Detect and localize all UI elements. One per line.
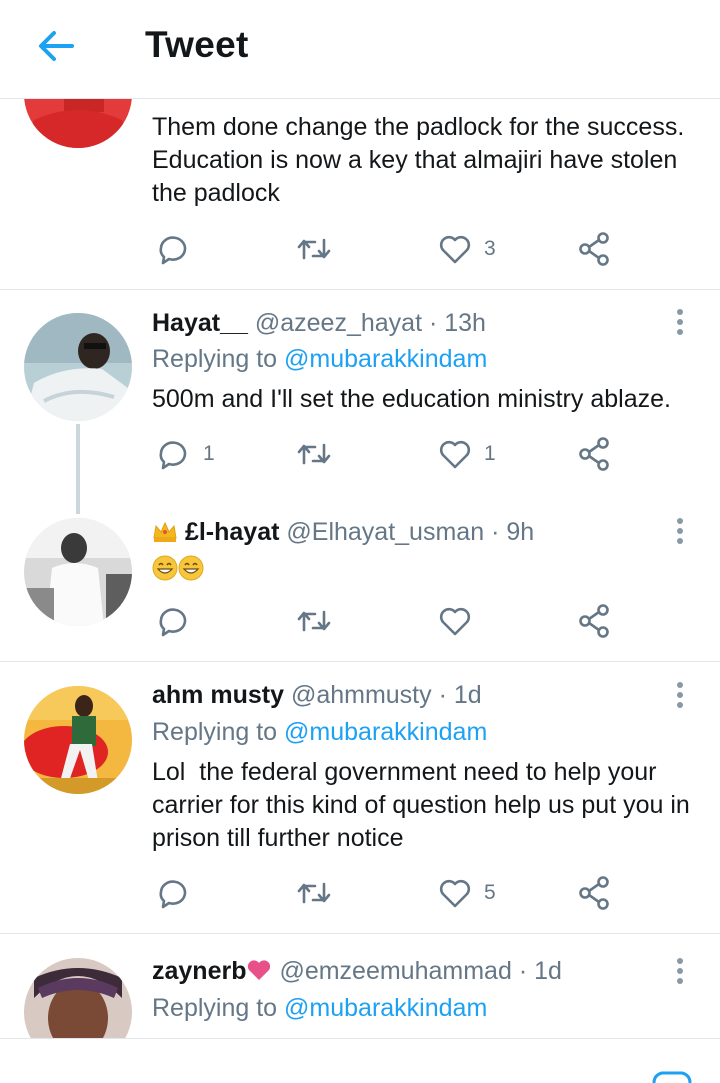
comment-icon xyxy=(159,608,187,637)
reply-button[interactable] xyxy=(155,601,203,641)
tweet-text: 500m and I'll set the education ministry… xyxy=(152,385,671,413)
display-name[interactable]: ahm musty xyxy=(152,681,284,709)
tweet-actions: 1 1 xyxy=(155,434,635,474)
grinning-emoji-icon xyxy=(178,555,204,581)
replying-label: Replying to xyxy=(152,994,278,1022)
share-button[interactable] xyxy=(577,229,611,269)
display-name[interactable]: Hayat__ xyxy=(152,309,248,337)
retweet-icon xyxy=(297,610,331,632)
more-options-button[interactable] xyxy=(668,955,692,989)
arrow-left-icon xyxy=(39,31,74,61)
share-icon xyxy=(579,437,609,471)
tweet-actions: 3 xyxy=(155,229,635,269)
more-vertical-icon xyxy=(668,682,692,708)
avatar[interactable] xyxy=(24,518,132,626)
retweet-icon xyxy=(297,238,331,260)
tweet-time: · 1d xyxy=(518,957,562,985)
divider xyxy=(0,289,720,290)
heart-icon xyxy=(439,235,471,264)
back-button[interactable] xyxy=(34,26,78,66)
user-handle[interactable]: @emzeemuhammad xyxy=(279,957,511,985)
more-vertical-icon xyxy=(668,309,692,335)
more-vertical-icon xyxy=(668,518,692,544)
retweet-icon xyxy=(297,882,331,904)
share-button[interactable] xyxy=(577,434,611,474)
tweet-time: · 13h xyxy=(428,309,486,337)
user-handle[interactable]: @Elhayat_usman xyxy=(286,518,484,546)
like-count: 3 xyxy=(484,237,496,260)
share-button[interactable] xyxy=(577,601,611,641)
like-count: 1 xyxy=(484,442,496,465)
divider xyxy=(0,661,720,662)
top-bar: Tweet xyxy=(0,0,720,99)
user-handle[interactable]: @azeez_hayat xyxy=(255,309,422,337)
replying-label: Replying to xyxy=(152,718,278,746)
tweet-actions: 5 xyxy=(155,873,635,913)
share-button[interactable] xyxy=(577,873,611,913)
retweet-button[interactable] xyxy=(295,873,333,913)
heart-icon xyxy=(439,607,471,636)
retweet-button[interactable] xyxy=(295,601,333,641)
mention-link[interactable]: @mubarakkindam xyxy=(284,718,487,746)
user-handle[interactable]: @ahmmusty xyxy=(291,681,432,709)
tweet-time: · 1d xyxy=(438,681,482,709)
avatar[interactable] xyxy=(24,313,132,421)
avatar[interactable] xyxy=(24,686,132,794)
more-options-button[interactable] xyxy=(668,679,692,713)
page-title: Tweet xyxy=(145,24,249,65)
mention-link[interactable]: @mubarakkindam xyxy=(284,345,487,373)
reply-button[interactable] xyxy=(155,229,203,269)
comment-icon xyxy=(159,441,187,470)
like-button[interactable]: 5 xyxy=(438,873,496,913)
like-button[interactable] xyxy=(438,601,484,641)
retweet-icon xyxy=(297,443,331,465)
pink-heart-emoji-icon xyxy=(248,960,271,980)
like-count: 5 xyxy=(484,881,496,904)
more-options-button[interactable] xyxy=(668,515,692,549)
reply-count: 1 xyxy=(203,442,215,465)
reply-button[interactable]: 1 xyxy=(155,434,215,474)
tweet-actions xyxy=(155,601,635,641)
more-options-button[interactable] xyxy=(668,306,692,340)
mention-link[interactable]: @mubarakkindam xyxy=(284,994,487,1022)
tweet-text xyxy=(152,553,697,586)
like-button[interactable]: 3 xyxy=(438,229,496,269)
share-icon xyxy=(579,876,609,910)
retweet-button[interactable] xyxy=(295,434,333,474)
share-icon xyxy=(579,232,609,266)
retweet-button[interactable] xyxy=(295,229,333,269)
tweet-time: · 9h xyxy=(491,518,535,546)
comment-icon xyxy=(159,880,187,909)
like-button[interactable]: 1 xyxy=(438,434,496,474)
display-name[interactable]: £l-hayat xyxy=(185,518,279,546)
reply-composer-bar[interactable] xyxy=(0,1038,720,1083)
display-name[interactable]: zaynerb xyxy=(152,957,246,985)
grinning-emoji-icon xyxy=(152,555,178,581)
tweet-text: Lol the federal government need to help … xyxy=(152,758,697,852)
tweet-text: Them done change the padlock for the suc… xyxy=(152,113,685,207)
heart-icon xyxy=(439,440,471,469)
share-icon xyxy=(579,604,609,638)
heart-icon xyxy=(439,879,471,908)
crown-emoji-icon xyxy=(153,521,177,542)
more-vertical-icon xyxy=(668,958,692,984)
divider xyxy=(0,933,720,934)
thread-line xyxy=(76,424,80,514)
replying-label: Replying to xyxy=(152,345,278,373)
reply-button[interactable] xyxy=(155,873,203,913)
comment-icon xyxy=(159,236,187,265)
